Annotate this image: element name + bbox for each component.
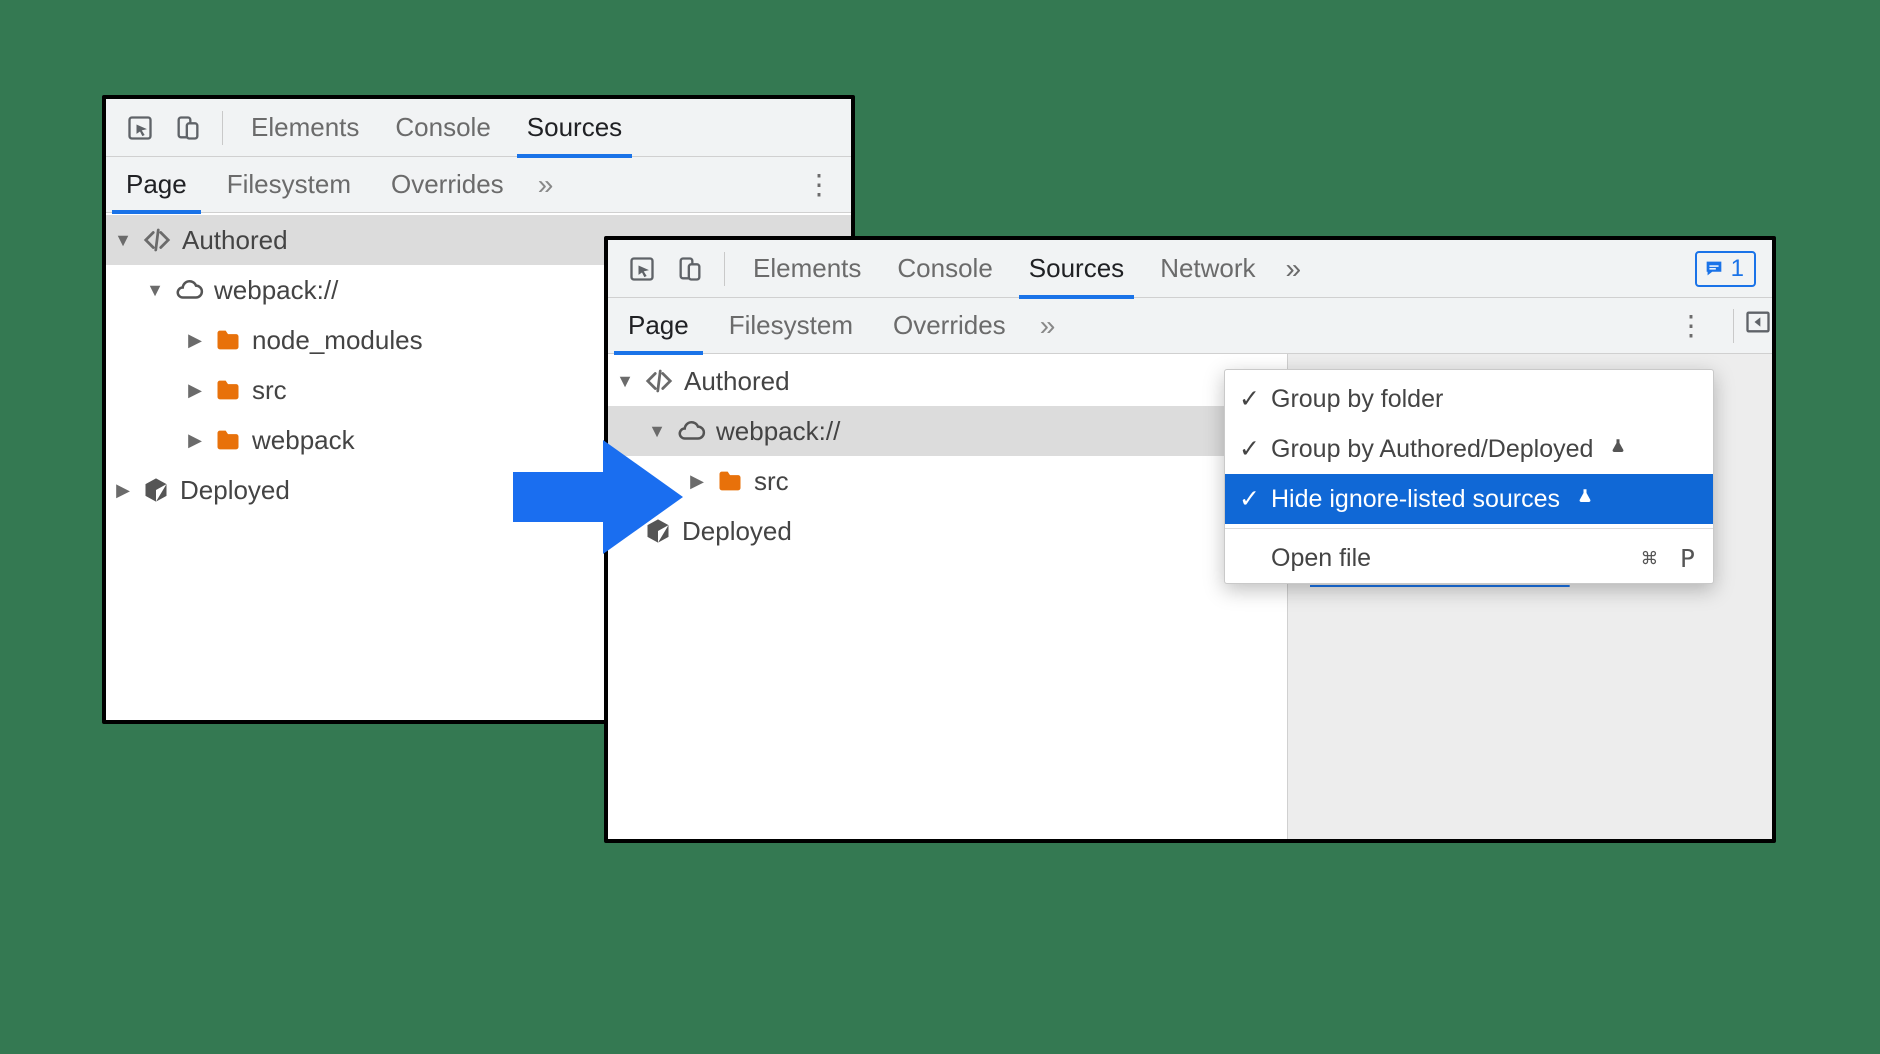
issues-count: 1 — [1731, 255, 1744, 283]
device-toggle-icon[interactable] — [670, 249, 710, 289]
subtab-filesystem[interactable]: Filesystem — [207, 157, 371, 213]
experiment-flask-icon — [1609, 437, 1627, 461]
keyboard-shortcut: ⌘ P — [1642, 544, 1699, 573]
collapse-arrow-icon[interactable]: ▼ — [146, 280, 164, 301]
tree-label: Deployed — [682, 516, 792, 547]
menu-item-label: Group by Authored/Deployed — [1271, 435, 1593, 464]
tree-label: node_modules — [252, 325, 423, 356]
folder-icon — [716, 467, 744, 495]
collapse-arrow-icon[interactable]: ▼ — [648, 421, 666, 442]
expand-arrow-icon[interactable]: ▶ — [114, 480, 132, 501]
tab-network[interactable]: Network — [1142, 240, 1273, 298]
show-navigator-icon[interactable] — [1744, 308, 1772, 343]
tree-label: src — [252, 375, 287, 406]
experiment-flask-icon — [1576, 487, 1594, 511]
cloud-icon — [174, 275, 204, 305]
sources-subtoolbar: Page Filesystem Overrides » ⋮ — [106, 157, 851, 213]
tree-label: Deployed — [180, 475, 290, 506]
deployed-box-icon — [142, 476, 170, 504]
more-tabs-chevron-icon[interactable]: » — [1026, 310, 1070, 342]
deployed-box-icon — [644, 517, 672, 545]
menu-item-hide-ignore-listed[interactable]: ✓ Hide ignore-listed sources — [1225, 474, 1713, 524]
menu-item-open-file[interactable]: Open file ⌘ P — [1225, 533, 1713, 583]
tree-item-authored[interactable]: ▼ Authored — [608, 356, 1287, 406]
tree-label: Authored — [182, 225, 288, 256]
check-icon: ✓ — [1239, 484, 1261, 514]
tree-label: webpack:// — [716, 416, 840, 447]
folder-icon — [214, 326, 242, 354]
menu-item-label: Group by folder — [1271, 385, 1443, 414]
folder-icon — [214, 376, 242, 404]
inspect-icon[interactable] — [120, 108, 160, 148]
main-toolbar: Elements Console Sources Network » 1 — [608, 240, 1772, 298]
menu-separator — [1225, 528, 1713, 529]
expand-arrow-icon[interactable]: ▶ — [186, 380, 204, 401]
expand-arrow-icon[interactable]: ▶ — [616, 521, 634, 542]
issues-badge[interactable]: 1 — [1695, 251, 1756, 287]
tab-sources[interactable]: Sources — [1011, 240, 1142, 298]
subtab-overrides[interactable]: Overrides — [873, 298, 1026, 354]
chat-icon — [1703, 258, 1725, 280]
subtab-page[interactable]: Page — [608, 298, 709, 354]
toolbar-divider — [1733, 309, 1734, 343]
tree-label: Authored — [684, 366, 790, 397]
check-icon: ✓ — [1239, 384, 1261, 414]
kebab-menu-icon[interactable]: ⋮ — [1659, 309, 1723, 342]
sources-tree: ▼ Authored ▼ webpack:// ▶ src ▶ — [608, 354, 1287, 556]
tree-item-folder[interactable]: ▶ src — [608, 456, 1287, 506]
main-toolbar: Elements Console Sources — [106, 99, 851, 157]
check-icon: ✓ — [1239, 434, 1261, 464]
expand-arrow-icon[interactable]: ▶ — [186, 430, 204, 451]
toolbar-divider — [724, 252, 725, 286]
authored-code-icon — [644, 366, 674, 396]
expand-arrow-icon[interactable]: ▶ — [688, 471, 706, 492]
subtab-page[interactable]: Page — [106, 157, 207, 213]
more-tabs-chevron-icon[interactable]: » — [1274, 253, 1314, 285]
menu-item-label: Open file — [1271, 544, 1371, 573]
authored-code-icon — [142, 225, 172, 255]
tree-label: src — [754, 466, 789, 497]
inspect-icon[interactable] — [622, 249, 662, 289]
collapse-arrow-icon[interactable]: ▼ — [616, 371, 634, 392]
tree-label: webpack — [252, 425, 355, 456]
sources-options-menu: ✓ Group by folder ✓ Group by Authored/De… — [1224, 369, 1714, 584]
tab-elements[interactable]: Elements — [735, 240, 879, 298]
expand-arrow-icon[interactable]: ▶ — [186, 330, 204, 351]
subtab-overrides[interactable]: Overrides — [371, 157, 524, 213]
tree-label: webpack:// — [214, 275, 338, 306]
tree-item-webpack[interactable]: ▼ webpack:// — [608, 406, 1287, 456]
cloud-icon — [676, 416, 706, 446]
menu-item-group-by-folder[interactable]: ✓ Group by folder — [1225, 374, 1713, 424]
toolbar-divider — [222, 111, 223, 145]
kebab-menu-icon[interactable]: ⋮ — [787, 168, 851, 201]
tree-item-deployed[interactable]: ▶ Deployed — [608, 506, 1287, 556]
device-toggle-icon[interactable] — [168, 108, 208, 148]
menu-item-label: Hide ignore-listed sources — [1271, 485, 1560, 514]
menu-item-group-by-authored-deployed[interactable]: ✓ Group by Authored/Deployed — [1225, 424, 1713, 474]
subtab-filesystem[interactable]: Filesystem — [709, 298, 873, 354]
collapse-arrow-icon[interactable]: ▼ — [114, 230, 132, 251]
tab-console[interactable]: Console — [879, 240, 1010, 298]
tab-elements[interactable]: Elements — [233, 99, 377, 157]
folder-icon — [214, 426, 242, 454]
tab-console[interactable]: Console — [377, 99, 508, 157]
sources-subtoolbar: Page Filesystem Overrides » ⋮ — [608, 298, 1772, 354]
more-tabs-chevron-icon[interactable]: » — [524, 169, 568, 201]
tab-sources[interactable]: Sources — [509, 99, 640, 157]
